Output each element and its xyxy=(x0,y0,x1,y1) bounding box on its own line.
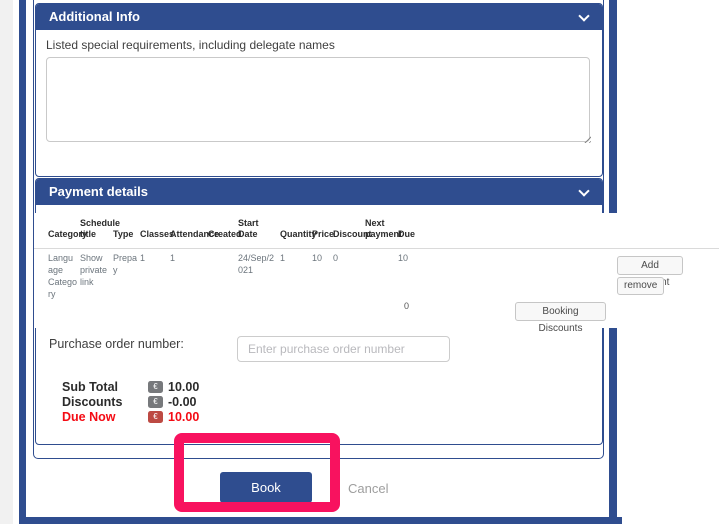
col-header-due: Due xyxy=(398,229,448,241)
purchase-order-label: Purchase order number: xyxy=(49,337,184,351)
payment-details-header[interactable]: Payment details xyxy=(36,179,602,205)
add-discount-button[interactable]: Add Discount xyxy=(617,256,683,275)
cell-classes: 1 xyxy=(140,252,170,301)
subtotal-value: 10.00 xyxy=(168,380,199,394)
book-button[interactable]: Book xyxy=(220,472,312,503)
col-header-category: Category xyxy=(48,229,80,241)
col-header-classes: Classes xyxy=(140,229,170,241)
subtotal-row: Sub Total € 10.00 xyxy=(62,379,199,394)
due-now-label: Due Now xyxy=(62,410,148,424)
table-header-divider xyxy=(34,248,719,249)
due-now-value: 10.00 xyxy=(168,410,199,424)
col-header-discount: Discount xyxy=(333,229,365,241)
additional-info-panel: Additional Info Listed special requireme… xyxy=(35,3,603,177)
subtotal-label: Sub Total xyxy=(62,380,148,394)
col-header-attendance: Attendance xyxy=(170,229,208,241)
col-header-price: Price xyxy=(312,229,333,241)
modal-frame-left xyxy=(19,0,26,524)
booking-discounts-button[interactable]: Booking Discounts xyxy=(515,302,606,321)
payment-table: Category Schedule title Type Classes Att… xyxy=(34,213,719,328)
chevron-down-icon xyxy=(580,12,588,20)
additional-info-header[interactable]: Additional Info xyxy=(36,4,602,30)
cell-start-date: 24/Sep/2021 xyxy=(238,252,280,301)
totals-summary: Sub Total € 10.00 Discounts € -0.00 Due … xyxy=(62,379,199,424)
discounts-label: Discounts xyxy=(62,395,148,409)
cell-due: 10 xyxy=(398,252,448,301)
cancel-button[interactable]: Cancel xyxy=(348,481,388,496)
discounts-row: Discounts € -0.00 xyxy=(62,394,199,409)
due-now-row: Due Now € 10.00 xyxy=(62,409,199,424)
cell-discount: 0 xyxy=(333,252,365,301)
cell-price: 10 xyxy=(312,252,333,301)
cell-schedule-title: Show private link xyxy=(80,252,113,301)
additional-info-title: Additional Info xyxy=(49,9,140,24)
booking-page: Additional Info Listed special requireme… xyxy=(0,0,719,524)
remove-button[interactable]: remove xyxy=(617,277,664,295)
col-header-next-payment: Next payment xyxy=(365,218,398,241)
euro-badge-icon: € xyxy=(148,411,163,423)
cell-category: Language Category xyxy=(48,252,80,301)
euro-badge-icon: € xyxy=(148,396,163,408)
modal-frame-bottom xyxy=(19,517,622,524)
cell-attendance: 1 xyxy=(170,252,208,301)
payment-table-header-row: Category Schedule title Type Classes Att… xyxy=(48,213,448,241)
euro-badge-icon: € xyxy=(148,381,163,393)
special-requirements-label: Listed special requirements, including d… xyxy=(46,38,335,52)
cell-type: Prepay xyxy=(113,252,140,301)
purchase-order-input[interactable] xyxy=(237,336,450,362)
discounts-value: -0.00 xyxy=(168,395,197,409)
col-header-schedule-title: Schedule title xyxy=(80,218,113,241)
col-header-created: Created xyxy=(208,229,238,241)
cell-next-payment xyxy=(365,252,398,301)
col-header-type: Type xyxy=(113,229,140,241)
chevron-down-icon xyxy=(580,187,588,195)
col-header-quantity: Quantity xyxy=(280,229,312,241)
cell-created xyxy=(208,252,238,301)
page-scrollbar-track[interactable] xyxy=(0,0,13,524)
payment-details-title: Payment details xyxy=(49,184,148,199)
cell-quantity: 1 xyxy=(280,252,312,301)
special-requirements-textarea[interactable] xyxy=(46,57,590,142)
table-row: Language Category Show private link Prep… xyxy=(48,252,448,301)
col-header-start-date: Start Date xyxy=(238,218,280,241)
discount-total-value: 0 xyxy=(404,301,409,311)
